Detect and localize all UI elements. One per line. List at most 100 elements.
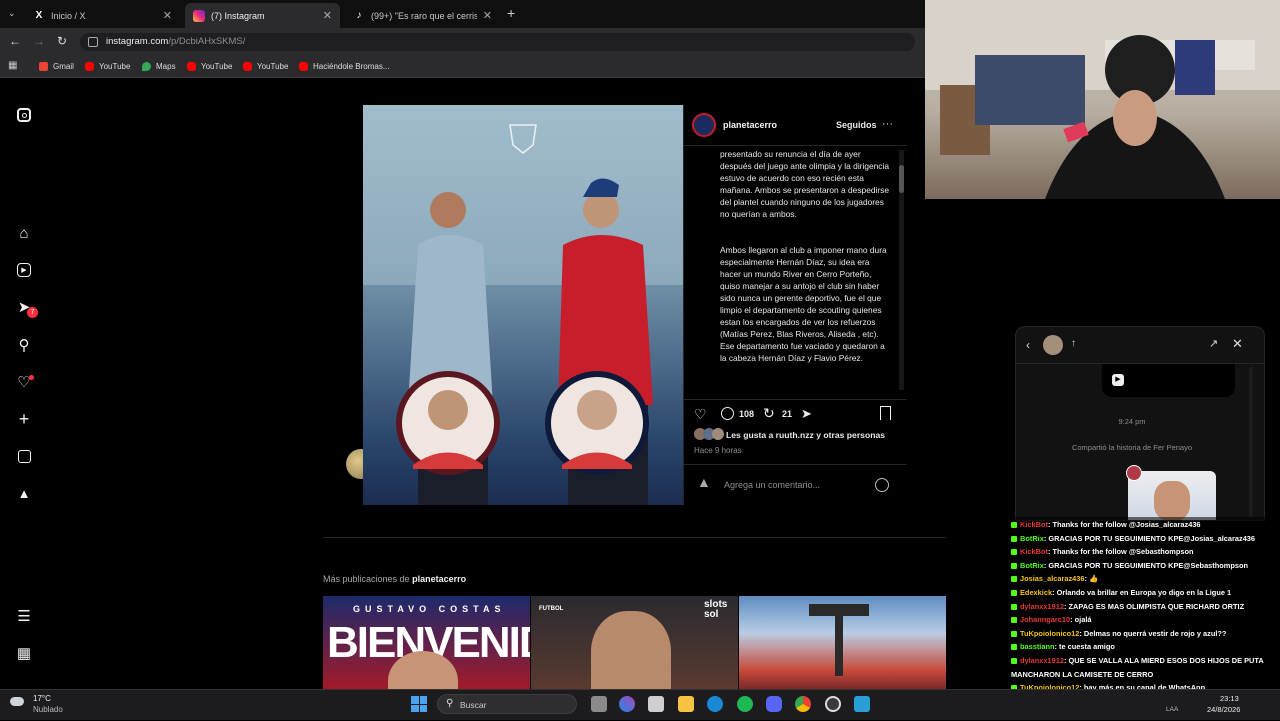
post-timestamp[interactable]: Hace 9 horas	[694, 446, 742, 455]
tab-tiktok[interactable]: ♪ (99+) "Es raro que el cerrista le … ✕	[345, 3, 500, 28]
comments-count: 108	[739, 409, 755, 419]
tab-label: Inicio / X	[51, 10, 86, 21]
chat-username[interactable]: dylanxx1912	[1020, 602, 1064, 611]
comment-icon[interactable]	[721, 407, 734, 420]
dm-expand-icon[interactable]: ↗	[1209, 337, 1218, 350]
chat-username[interactable]: KickBot	[1020, 547, 1048, 556]
chat-username[interactable]: Edexkick	[1020, 588, 1052, 597]
apps-grid-icon[interactable]: ▦	[8, 60, 17, 71]
bookmark-gmail[interactable]: Gmail	[39, 60, 74, 73]
weather-cloud-icon[interactable]	[10, 697, 24, 706]
chrome-icon[interactable]	[795, 696, 811, 712]
chat-username[interactable]: basstiann	[1020, 642, 1055, 651]
site-info-icon[interactable]	[88, 37, 98, 47]
url-field[interactable]: instagram.com/p/DcbiAHxSKMS/	[80, 33, 915, 51]
back-icon[interactable]: ←	[9, 34, 21, 48]
chat-badge-icon	[1011, 576, 1017, 583]
chat-username[interactable]: BotRix	[1020, 534, 1044, 543]
more-apps-icon[interactable]: ▦	[14, 643, 34, 663]
reels-icon[interactable]: ▶	[14, 260, 34, 280]
post-author-avatar[interactable]	[692, 113, 716, 137]
chat-text: : QUE SE VALLA ALA MIERD ESOS DOS HIJOS …	[1063, 656, 1264, 665]
likers-avatars[interactable]	[694, 428, 724, 440]
windows-start-icon[interactable]	[411, 696, 427, 712]
more-post-thumb-1[interactable]: GUSTAVO COSTAS BIENVENIDO	[323, 596, 530, 689]
youtube-icon	[187, 62, 196, 71]
bookmark-haciendole-bromas[interactable]: Haciéndole Bromas...	[299, 60, 389, 73]
chat-text: : 👍	[1084, 574, 1099, 584]
post-author-username[interactable]: planetacerro	[723, 120, 777, 130]
new-tab-button[interactable]: +	[507, 5, 515, 21]
language-indicator[interactable]: LAA	[1166, 706, 1178, 713]
edge-icon[interactable]	[707, 696, 723, 712]
copilot-icon[interactable]	[619, 696, 635, 712]
post-image[interactable]	[363, 105, 683, 505]
dm-close-icon[interactable]: ✕	[1232, 336, 1243, 352]
clock-time[interactable]: 23:13	[1220, 694, 1239, 703]
youtube-icon	[243, 62, 252, 71]
chat-username[interactable]: Johanngarc10	[1020, 615, 1070, 624]
chat-username[interactable]: BotRix	[1020, 561, 1044, 570]
taskbar-search[interactable]: ⚲ Buscar	[437, 694, 577, 714]
bookmark-youtube-2[interactable]: YouTube	[187, 60, 232, 73]
dm-story-thumbnail[interactable]	[1128, 471, 1216, 520]
file-explorer-icon[interactable]	[678, 696, 694, 712]
more-post-thumb-3[interactable]	[739, 596, 946, 689]
search-icon[interactable]: ⚲	[14, 335, 34, 355]
chat-text: : Orlando va brillar en Europa yo digo e…	[1052, 588, 1232, 597]
reload-icon[interactable]: ↻	[57, 34, 67, 48]
spotify-icon[interactable]	[737, 696, 753, 712]
share-icon[interactable]: ➤	[801, 406, 812, 422]
chat-message: BotRix: GRACIAS POR TU SEGUIMIENTO KPE@J…	[1011, 534, 1279, 543]
likes-summary[interactable]: Les gusta a ruuth.nzz y otras personas	[726, 430, 885, 440]
save-bookmark-icon[interactable]	[880, 406, 891, 420]
close-tab-icon[interactable]: ✕	[323, 9, 332, 22]
clock-date[interactable]: 24/8/2026	[1207, 705, 1240, 714]
chat-username[interactable]: dylanxx1912	[1020, 656, 1064, 665]
menu-icon[interactable]: ☰	[14, 606, 34, 626]
story-person	[1154, 481, 1190, 520]
more-options-icon[interactable]: ···	[882, 118, 893, 130]
dm-video-message[interactable]: ▶	[1102, 364, 1235, 397]
store-icon[interactable]	[648, 696, 664, 712]
dm-contact-avatar[interactable]	[1043, 335, 1063, 355]
home-icon[interactable]: ⌂	[14, 223, 34, 243]
notepad-icon[interactable]	[854, 696, 870, 712]
instagram-logo-icon[interactable]	[14, 105, 34, 125]
bookmark-maps[interactable]: Maps	[142, 60, 176, 73]
tab-x[interactable]: X Inicio / X ✕	[25, 3, 180, 28]
emoji-icon[interactable]	[875, 478, 889, 492]
close-tab-icon[interactable]: ✕	[483, 9, 492, 22]
bookmark-youtube[interactable]: YouTube	[85, 60, 130, 73]
task-view-icon[interactable]	[591, 696, 607, 712]
chat-username[interactable]: KickBot	[1020, 520, 1048, 529]
tab-instagram[interactable]: (7) Instagram ✕	[185, 3, 340, 28]
chat-username[interactable]: TuKpoiolonico12	[1020, 629, 1079, 638]
more-post-thumb-2[interactable]: FUTBOL slots sol	[531, 596, 738, 689]
webcam-overlay	[925, 0, 1280, 199]
notification-count-badge: 7	[27, 307, 38, 318]
repost-icon[interactable]: ↻	[763, 405, 775, 422]
gmail-icon	[39, 62, 48, 71]
chat-message: KickBot: Thanks for the follow @Josias_a…	[1011, 520, 1279, 529]
weather-temperature[interactable]: 17°C	[33, 694, 51, 703]
profile-avatar[interactable]: ▲	[14, 483, 34, 503]
obs-icon[interactable]	[825, 696, 841, 712]
close-tab-icon[interactable]: ✕	[163, 9, 172, 22]
dm-scrollbar[interactable]	[1249, 367, 1253, 517]
create-plus-icon[interactable]: +	[14, 409, 34, 429]
discord-icon[interactable]	[766, 696, 782, 712]
like-heart-icon[interactable]: ♡	[694, 406, 707, 423]
direct-message-popup: ‹ ↑ ↗ ✕ ▶ 9:24 pm Compartió la historia …	[1015, 326, 1265, 521]
comment-input[interactable]: Agrega un comentario...	[724, 480, 820, 490]
caption-scrollbar-thumb[interactable]	[899, 165, 904, 193]
forward-icon[interactable]: →	[33, 34, 45, 48]
bookmark-youtube-3[interactable]: YouTube	[243, 60, 288, 73]
more-posts-user[interactable]: planetacerro	[412, 574, 466, 584]
dm-back-icon[interactable]: ‹	[1026, 338, 1030, 352]
following-button[interactable]: Seguidos	[836, 120, 877, 130]
chat-username[interactable]: Josias_alcaraz436	[1020, 574, 1085, 583]
tab-search-icon[interactable]: ⌄	[8, 8, 16, 19]
insights-icon[interactable]	[14, 446, 34, 466]
dm-upload-icon[interactable]: ↑	[1071, 338, 1076, 349]
